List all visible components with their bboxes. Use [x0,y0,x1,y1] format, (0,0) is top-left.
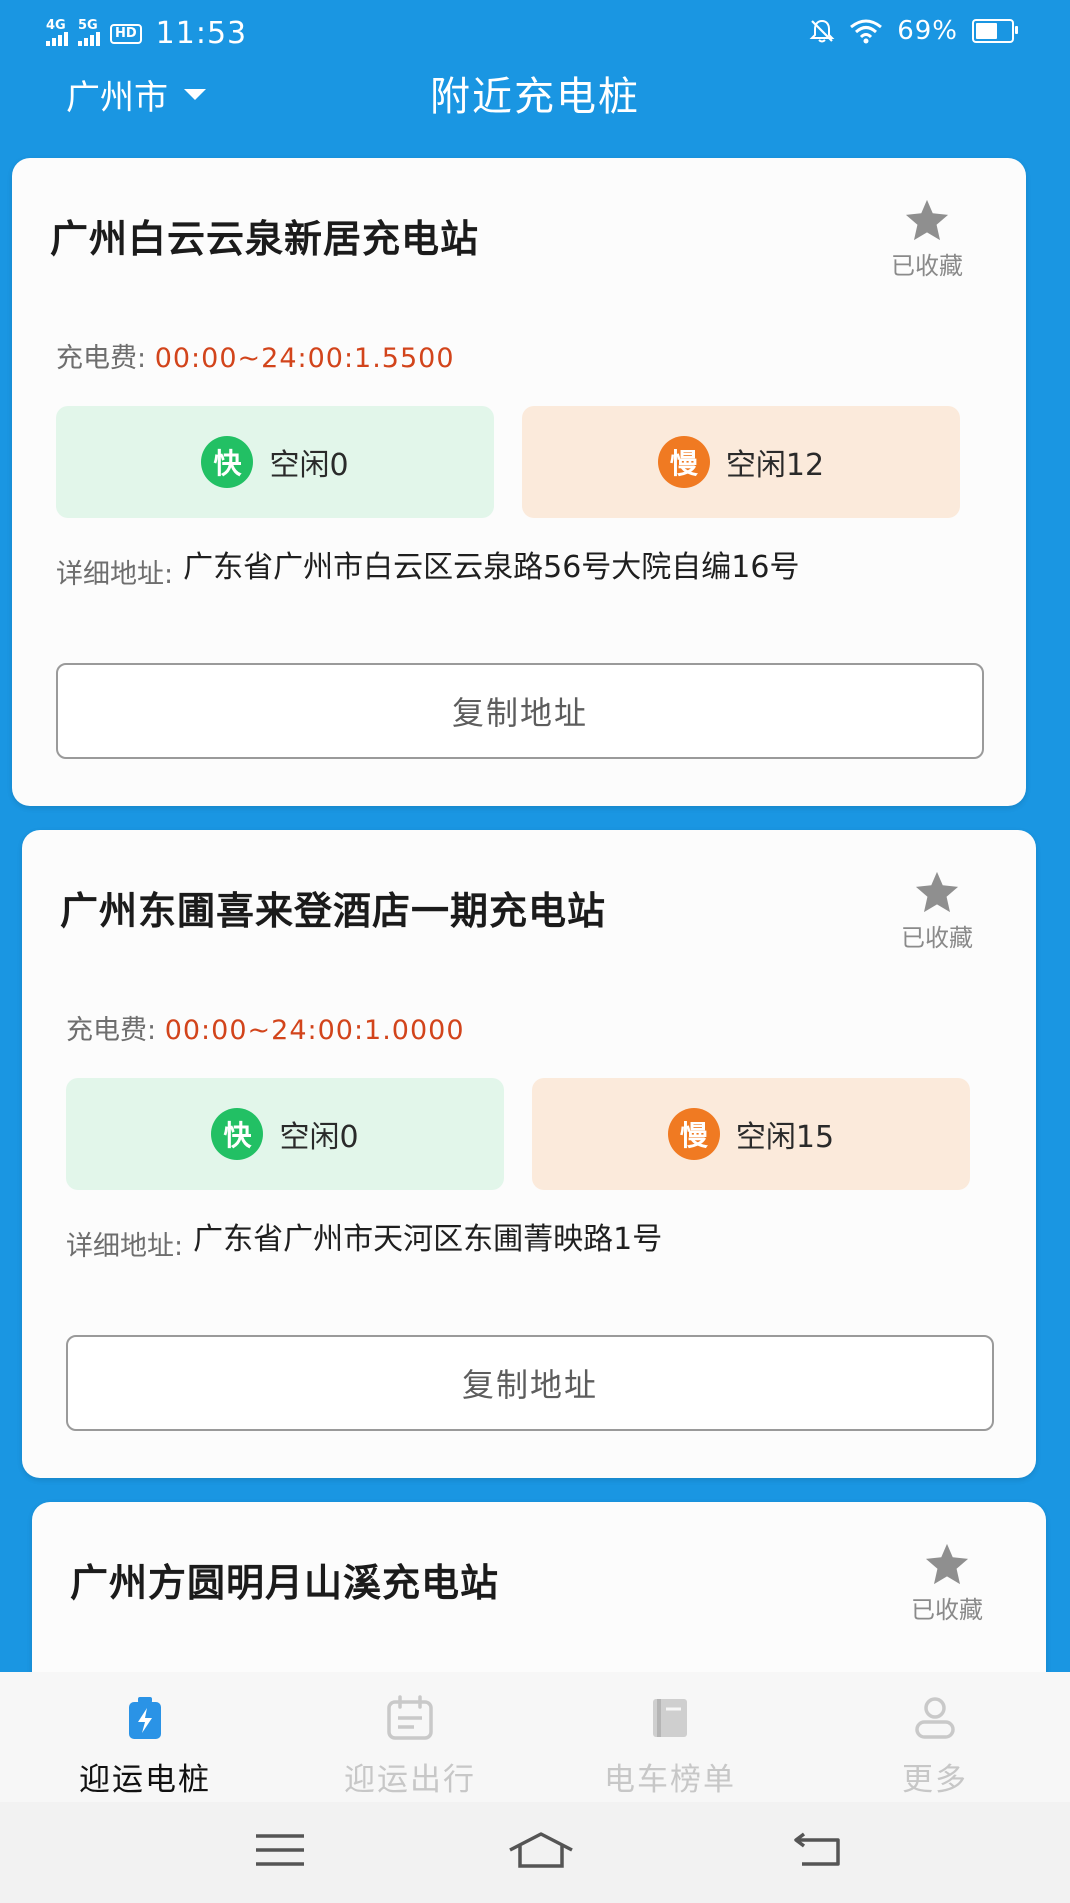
nav-item-more[interactable]: 更多 [835,1692,1035,1799]
status-right: 69% [809,16,1018,46]
fast-badge: 快 [211,1108,264,1160]
nav-label: 电车榜单 [604,1762,736,1798]
address-value: 广东省广州市天河区东圃菁映路1号 [193,1222,663,1257]
nav-label: 迎运出行 [344,1762,476,1798]
station-name: 广州方圆明月山溪充电站 [70,1561,500,1605]
bottom-nav: 迎运电桩 迎运出行 电车榜单 更多 [0,1672,1070,1802]
fee-label: 充电费: [66,1015,157,1046]
slow-idle-count: 空闲15 [735,1120,835,1155]
address-row: 详细地址: 广东省广州市天河区东圃菁映路1号 [66,1220,980,1263]
network-type-label: 5G [78,17,98,33]
address-label: 详细地址: [66,1231,184,1262]
nav-item-ranking[interactable]: 电车榜单 [570,1692,770,1799]
system-nav-bar [0,1802,1070,1903]
station-card: 广州东圃喜来登酒店一期充电站 已收藏 充电费: 00:00~24:00:1.00… [22,830,1036,1478]
slow-badge: 慢 [667,1108,720,1160]
station-card: 广州白云云泉新居充电站 已收藏 充电费: 00:00~24:00:1.5500 … [12,158,1026,806]
favorite-button[interactable]: 已收藏 [892,1542,1002,1625]
person-icon [915,1697,955,1739]
nav-label: 迎运电桩 [79,1762,211,1798]
network-type-label: 4G [46,17,66,33]
wifi-icon [850,19,883,44]
star-icon [905,199,949,241]
favorite-label: 已收藏 [891,252,963,280]
book-icon [653,1699,687,1737]
calendar-icon [387,1695,433,1740]
copy-address-button[interactable]: 复制地址 [66,1335,994,1431]
fast-idle-count: 空闲0 [269,448,349,483]
star-icon [925,1543,969,1585]
slow-charger-status: 慢 空闲12 [522,406,960,518]
fast-idle-count: 空闲0 [279,1120,359,1155]
fee-row: 充电费: 00:00~24:00:1.5500 [56,336,455,375]
hd-voice-badge: HD [110,23,142,44]
home-button[interactable] [506,1830,576,1874]
menu-icon [256,1834,304,1866]
address-row: 详细地址: 广东省广州市白云区云泉路56号大院自编16号 [56,548,970,591]
fast-charger-status: 快 空闲0 [56,406,494,518]
favorite-label: 已收藏 [901,924,973,952]
slow-idle-count: 空闲12 [725,448,825,483]
fast-badge: 快 [201,436,254,488]
nav-item-charging-pile[interactable]: 迎运电桩 [45,1692,245,1799]
address-value: 广东省广州市白云区云泉路56号大院自编16号 [183,550,800,585]
slow-badge: 慢 [657,436,710,488]
fee-value: 00:00~24:00:1.5500 [154,343,455,374]
signal-icon-1: 4G [46,18,68,46]
page-title: 附近充电桩 [430,74,640,120]
back-button[interactable] [792,1830,844,1874]
station-name: 广州白云云泉新居充电站 [50,217,480,261]
status-bar: 4G 5G HD 11:53 69% [0,0,1070,66]
home-icon [509,1832,573,1868]
battery-icon [972,19,1018,43]
address-label: 详细地址: [56,559,174,590]
favorite-label: 已收藏 [911,1596,983,1624]
fee-label: 充电费: [56,343,147,374]
fee-row: 充电费: 00:00~24:00:1.0000 [66,1008,465,1047]
fast-charger-status: 快 空闲0 [66,1078,504,1190]
back-icon [794,1832,840,1866]
favorite-button[interactable]: 已收藏 [872,198,982,281]
slow-charger-status: 慢 空闲15 [532,1078,970,1190]
favorite-button[interactable]: 已收藏 [882,870,992,953]
charging-pile-icon [129,1697,161,1739]
menu-button[interactable] [254,1830,306,1874]
status-left: 4G 5G HD 11:53 [46,16,247,51]
nav-item-travel[interactable]: 迎运出行 [310,1692,510,1799]
fee-value: 00:00~24:00:1.0000 [164,1015,465,1046]
mute-bell-icon [809,19,835,43]
clock: 11:53 [155,16,248,51]
star-icon [915,871,959,913]
battery-percent: 69% [897,16,958,46]
nav-label: 更多 [902,1762,968,1798]
signal-icon-2: 5G [78,18,100,46]
station-name: 广州东圃喜来登酒店一期充电站 [60,889,607,933]
copy-address-button[interactable]: 复制地址 [56,663,984,759]
